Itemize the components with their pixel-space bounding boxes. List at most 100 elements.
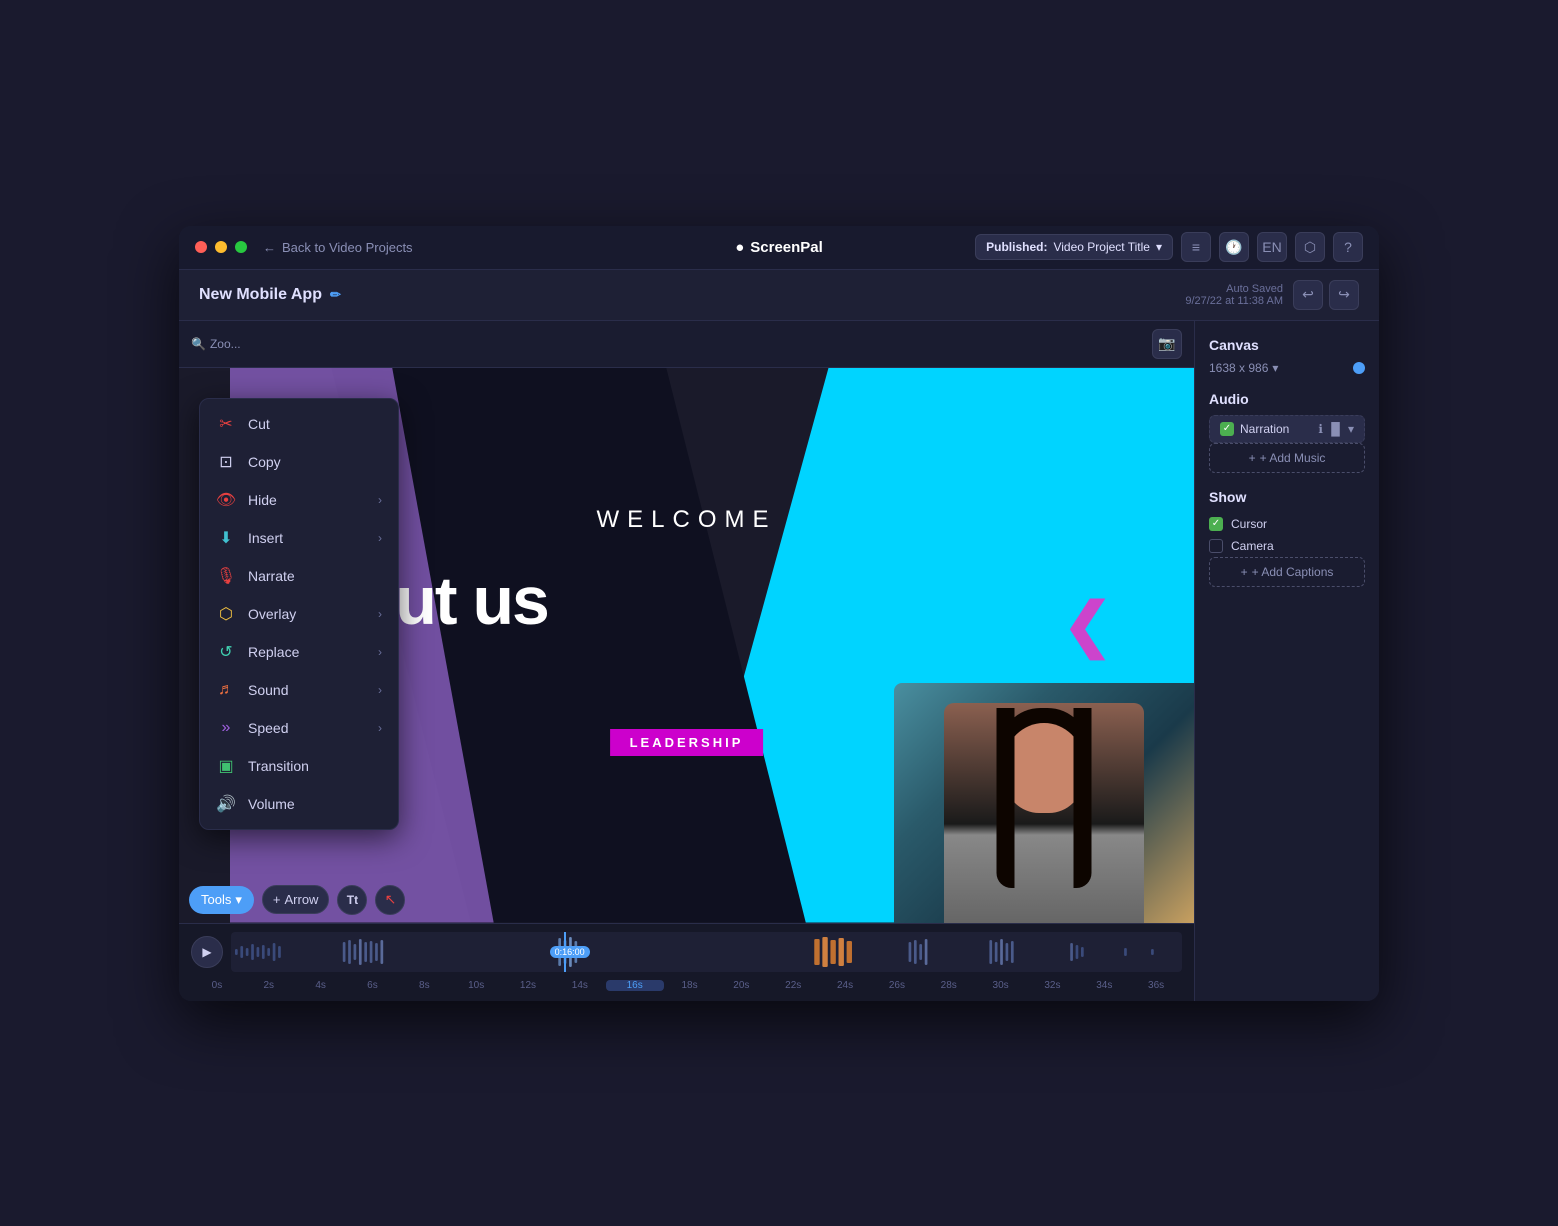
project-title-text: New Mobile App — [199, 286, 322, 304]
time-mark-34: 34s — [1078, 980, 1130, 991]
camera-label: Camera — [1231, 539, 1274, 553]
menu-item-hide-label: Hide — [248, 492, 277, 508]
menu-item-volume[interactable]: 🔊 Volume — [200, 785, 398, 823]
cursor-button[interactable]: ↖ — [375, 885, 405, 915]
time-mark-2: 2s — [243, 980, 295, 991]
time-mark-8: 8s — [398, 980, 450, 991]
back-button[interactable]: ← Back to Video Projects — [263, 240, 413, 255]
time-mark-24: 24s — [819, 980, 871, 991]
narration-info-icon[interactable]: ℹ — [1318, 422, 1323, 436]
publish-title: Video Project Title — [1053, 240, 1150, 254]
camera-pip-background — [894, 683, 1194, 923]
camera-pip — [894, 683, 1194, 923]
narration-more-icon[interactable]: ▾ — [1348, 422, 1354, 436]
arrow-label: Arrow — [284, 892, 318, 907]
auto-saved-label: Auto Saved 9/27/22 at 11:38 AM — [1185, 283, 1283, 307]
canvas-size-dropdown-icon[interactable]: ▾ — [1272, 361, 1278, 375]
speed-icon: » — [216, 718, 236, 738]
add-captions-plus-icon: + — [1241, 565, 1248, 579]
text-button[interactable]: Tt — [337, 885, 367, 915]
canvas-size-row: 1638 x 986 ▾ — [1209, 361, 1365, 375]
timeline-ruler: 0s 2s 4s 6s 8s 10s 12s 14s 16s 18s 20s 2… — [191, 978, 1182, 993]
app-logo: ● ScreenPal — [735, 239, 823, 256]
menu-item-hide[interactable]: 👁 Hide › — [200, 481, 398, 519]
time-mark-6: 6s — [347, 980, 399, 991]
sound-arrow-icon: › — [378, 683, 382, 697]
menu-item-insert-label: Insert — [248, 530, 283, 546]
tools-button[interactable]: Tools ▾ — [189, 886, 254, 914]
minimize-button[interactable] — [215, 241, 227, 253]
title-bar: ← Back to Video Projects ● ScreenPal Pub… — [179, 226, 1379, 270]
add-captions-label: + Add Captions — [1252, 565, 1334, 579]
cursor-checkbox[interactable]: ✓ — [1209, 517, 1223, 531]
arrow-button[interactable]: + Arrow — [262, 885, 330, 914]
narration-icons: ℹ ▐▌ ▾ — [1318, 422, 1354, 436]
menu-item-copy[interactable]: ⊡ Copy — [200, 443, 398, 481]
add-music-button[interactable]: + + Add Music — [1209, 443, 1365, 473]
overlay-arrow-icon: › — [378, 607, 382, 621]
traffic-lights — [195, 241, 247, 253]
camera-screenshot-icon[interactable]: 📷 — [1152, 329, 1182, 359]
add-music-label: + Add Music — [1260, 451, 1326, 465]
hide-icon: 👁 — [216, 490, 236, 510]
menu-item-transition[interactable]: ▣ Transition — [200, 747, 398, 785]
redo-button[interactable]: ↪ — [1329, 280, 1359, 310]
logo-text: ScreenPal — [750, 239, 823, 256]
speed-arrow-icon: › — [378, 721, 382, 735]
canvas-toolbar: 🔍 Zoo... 📷 — [179, 321, 1194, 368]
camera-checkbox[interactable] — [1209, 539, 1223, 553]
timeline-area: ▶ 0:16:00 — [179, 923, 1194, 1001]
replace-icon: ↺ — [216, 642, 236, 662]
editor-main: 🔍 Zoo... 📷 WELCOME about us LEADERSHIP ❮ — [179, 321, 1379, 1001]
edit-title-icon[interactable]: ✏ — [330, 287, 341, 303]
maximize-button[interactable] — [235, 241, 247, 253]
undo-redo-controls: ↩ ↪ — [1293, 280, 1359, 310]
play-button[interactable]: ▶ — [191, 936, 223, 968]
auto-saved-text: Auto Saved — [1185, 283, 1283, 295]
time-mark-26: 26s — [871, 980, 923, 991]
narration-checkbox[interactable]: ✓ — [1220, 422, 1234, 436]
canvas-size-text: 1638 x 986 — [1209, 361, 1268, 375]
cut-icon: ✂ — [216, 414, 236, 434]
zoom-label: Zoo... — [210, 337, 241, 351]
publish-button[interactable]: Published: Video Project Title ▾ — [975, 234, 1173, 260]
cursor-icon: ↖ — [385, 891, 397, 908]
list-icon-button[interactable]: ≡ — [1181, 232, 1211, 262]
undo-button[interactable]: ↩ — [1293, 280, 1323, 310]
menu-item-cut[interactable]: ✂ Cut — [200, 405, 398, 443]
context-menu: ✂ Cut ⊡ Copy 👁 Hide › ⬇ Insert — [199, 398, 399, 830]
canvas-area: 🔍 Zoo... 📷 WELCOME about us LEADERSHIP ❮ — [179, 321, 1194, 1001]
time-mark-20: 20s — [715, 980, 767, 991]
canvas-color-dot[interactable] — [1353, 362, 1365, 374]
timeline-track[interactable]: 0:16:00 — [231, 932, 1182, 972]
zoom-control[interactable]: 🔍 Zoo... — [191, 337, 241, 351]
audio-section-title: Audio — [1209, 391, 1365, 407]
canvas-section: Canvas 1638 x 986 ▾ — [1209, 337, 1365, 375]
lang-label: EN — [1262, 239, 1281, 255]
menu-item-sound-label: Sound — [248, 682, 288, 698]
clock-icon-button[interactable]: 🕐 — [1219, 232, 1249, 262]
menu-item-narrate[interactable]: 🎙 Narrate — [200, 557, 398, 595]
cursor-label: Cursor — [1231, 517, 1267, 531]
arrow-plus-icon: + — [273, 892, 281, 907]
close-button[interactable] — [195, 241, 207, 253]
help-icon-button[interactable]: ? — [1333, 232, 1363, 262]
menu-item-volume-label: Volume — [248, 796, 295, 812]
menu-item-replace-label: Replace — [248, 644, 299, 660]
menu-item-replace[interactable]: ↺ Replace › — [200, 633, 398, 671]
add-music-plus-icon: + — [1249, 451, 1256, 465]
menu-item-insert[interactable]: ⬇ Insert › — [200, 519, 398, 557]
tt-label: Tt — [347, 893, 358, 907]
menu-item-overlay[interactable]: ⬡ Overlay › — [200, 595, 398, 633]
layers-icon-button[interactable]: ⬡ — [1295, 232, 1325, 262]
add-captions-button[interactable]: + + Add Captions — [1209, 557, 1365, 587]
back-icon: ← — [263, 240, 276, 255]
time-mark-4: 4s — [295, 980, 347, 991]
time-mark-12: 12s — [502, 980, 554, 991]
menu-item-speed[interactable]: » Speed › — [200, 709, 398, 747]
overlay-icon: ⬡ — [216, 604, 236, 624]
tools-label: Tools — [201, 892, 231, 907]
language-button[interactable]: EN — [1257, 232, 1287, 262]
canvas-section-title: Canvas — [1209, 337, 1365, 353]
menu-item-sound[interactable]: ♬ Sound › — [200, 671, 398, 709]
